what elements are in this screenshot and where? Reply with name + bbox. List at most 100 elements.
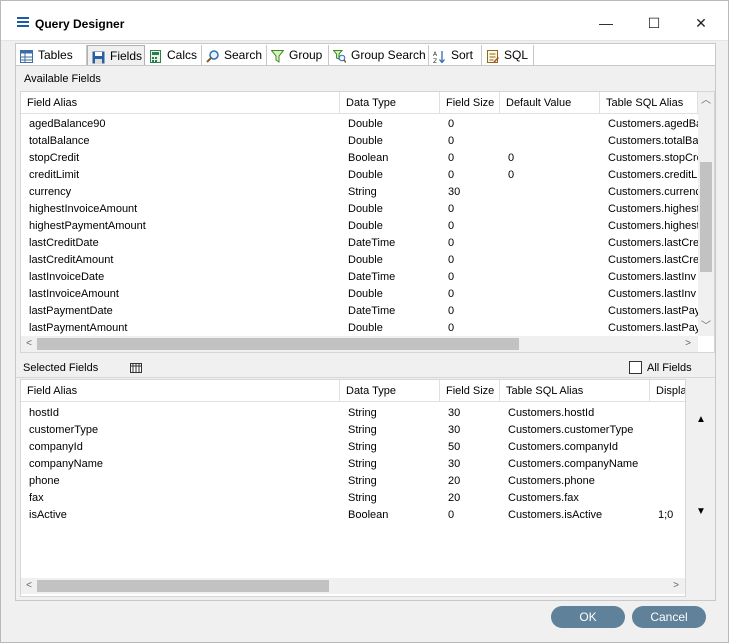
scroll-down-icon[interactable]: ﹀ [699,320,713,334]
table-cell: 0 [448,135,455,147]
tab-sql[interactable]: SQL [482,45,534,66]
field-list-icon[interactable] [130,363,142,376]
table-cell: Customers.isActive [508,509,603,521]
col-data-type[interactable]: Data Type [340,92,440,114]
table-cell: 0 [448,509,455,521]
table-row[interactable]: companyId String 50 Customers.companyId [21,439,685,456]
table-cell: Customers.highest [608,203,698,215]
selected-horizontal-scrollbar[interactable]: < > [21,578,685,594]
available-vertical-scrollbar[interactable]: ︿ ﹀ [698,92,714,336]
maximize-button[interactable]: ☐ [642,11,666,35]
col-field-size[interactable]: Field Size [440,380,500,402]
tab-search-label: Search [224,48,263,62]
table-cell: Double [348,254,383,266]
table-cell: totalBalance [29,135,90,147]
scroll-left-icon[interactable]: < [22,337,36,351]
horizontal-scroll-thumb[interactable] [37,580,329,592]
table-cell [500,252,600,269]
table-cell: Customers.currenc [608,186,698,198]
horizontal-scroll-thumb[interactable] [37,338,519,350]
tab-group-search[interactable]: Group Search [329,45,429,66]
table-cell [500,235,600,252]
table-cell: 0 [508,152,515,164]
col-default-value[interactable]: Default Value [500,92,600,114]
table-row[interactable]: phone String 20 Customers.phone [21,473,685,490]
table-cell: String [348,441,377,453]
table-cell: fax [29,492,44,504]
col-field-size[interactable]: Field Size [440,92,500,114]
table-row[interactable]: lastInvoiceAmount Double 0 Customers.lastIn… [21,286,698,303]
table-row[interactable]: isActive Boolean 0 Customers.isActive 1;0 [21,507,685,524]
table-cell: Customers.stopCre [608,152,698,164]
all-fields-checkbox[interactable] [629,361,642,374]
table-cell: isActive [29,509,67,521]
table-cell: 0 [448,203,455,215]
table-cell: Customers.highest [608,220,698,232]
table-cell: Customers.creditLi [608,169,698,181]
table-cell: Customers.phone [508,475,595,487]
cancel-button[interactable]: Cancel [632,606,706,628]
menu-icon [17,17,29,27]
close-button[interactable]: ✕ [689,11,713,35]
table-row[interactable]: companyName String 30 Customers.companyName [21,456,685,473]
reorder-bar: ▲ ▼ [686,379,715,597]
table-cell [500,218,600,235]
table-row[interactable]: totalBalance Double 0 Customers.totalBa [21,133,698,150]
available-horizontal-scrollbar[interactable]: < > [21,336,698,352]
table-row[interactable]: lastInvoiceDate DateTime 0 Customers.lastIn… [21,269,698,286]
funnel-search-icon [332,49,347,63]
scroll-right-icon[interactable]: > [669,579,683,593]
ok-button[interactable]: OK [551,606,625,628]
table-row[interactable]: highestPaymentAmount Double 0 Customers.hig… [21,218,698,235]
move-up-icon[interactable]: ▲ [694,413,708,427]
tab-fields[interactable]: Fields [87,45,145,66]
table-row[interactable]: lastCreditAmount Double 0 Customers.lastCre [21,252,698,269]
table-cell: Boolean [348,152,389,164]
selected-fields-header: Selected Fields All Fields [16,358,715,378]
tab-search[interactable]: Search [202,45,267,66]
table-cell: 0 [448,288,455,300]
sort-az-icon: AZ [433,49,446,65]
table-row[interactable]: stopCredit Boolean 0 0 Customers.stopCre [21,150,698,167]
table-cell [650,422,685,439]
col-table-sql-alias[interactable]: Table SQL Alias [500,380,650,402]
tab-calcs[interactable]: Calcs [145,45,202,66]
col-data-type[interactable]: Data Type [340,380,440,402]
table-row[interactable]: agedBalance90 Double 0 Customers.agedBa [21,116,698,133]
table-row[interactable]: lastPaymentDate DateTime 0 Customers.lastPa… [21,303,698,320]
table-cell: agedBalance90 [29,118,106,130]
table-cell [500,201,600,218]
table-row[interactable]: customerType String 30 Customers.customerTy… [21,422,685,439]
vertical-scroll-thumb[interactable] [700,162,712,272]
available-grid-header: Field Alias Data Type Field Size Default… [21,92,698,114]
col-field-alias[interactable]: Field Alias [21,92,340,114]
tab-sort[interactable]: AZ Sort [429,45,482,66]
table-row[interactable]: currency String 30 Customers.currenc [21,184,698,201]
table-cell: 20 [448,475,461,487]
table-cell: Customers.hostId [508,407,595,419]
calculator-icon [149,49,162,63]
funnel-icon [270,49,285,63]
table-cell: 30 [448,458,461,470]
col-field-alias[interactable]: Field Alias [21,380,340,402]
table-row[interactable]: creditLimit Double 0 0 Customers.creditLi [21,167,698,184]
table-cell: 20 [448,492,461,504]
magnifier-icon [206,49,219,63]
table-row[interactable]: lastPaymentAmount Double 0 Customers.lastPa… [21,320,698,337]
table-row[interactable]: highestInvoiceAmount Double 0 Customers.hig… [21,201,698,218]
col-display[interactable]: Displa [650,380,685,402]
table-cell: stopCredit [29,152,80,164]
move-down-icon[interactable]: ▼ [694,505,708,519]
scroll-right-icon[interactable]: > [681,337,695,351]
table-row[interactable]: lastCreditDate DateTime 0 Customers.lastCre [21,235,698,252]
col-table-sql-alias[interactable]: Table SQL Alias [600,92,698,114]
table-row[interactable]: fax String 20 Customers.fax [21,490,685,507]
minimize-button[interactable]: — [594,11,618,35]
table-cell: 30 [448,186,461,198]
tab-group[interactable]: Group [267,45,329,66]
scroll-up-icon[interactable]: ︿ [699,94,713,108]
selected-grid-header: Field Alias Data Type Field Size Table S… [21,380,685,402]
scroll-left-icon[interactable]: < [22,579,36,593]
table-row[interactable]: hostId String 30 Customers.hostId [21,405,685,422]
tab-tables[interactable]: Tables [16,45,87,66]
